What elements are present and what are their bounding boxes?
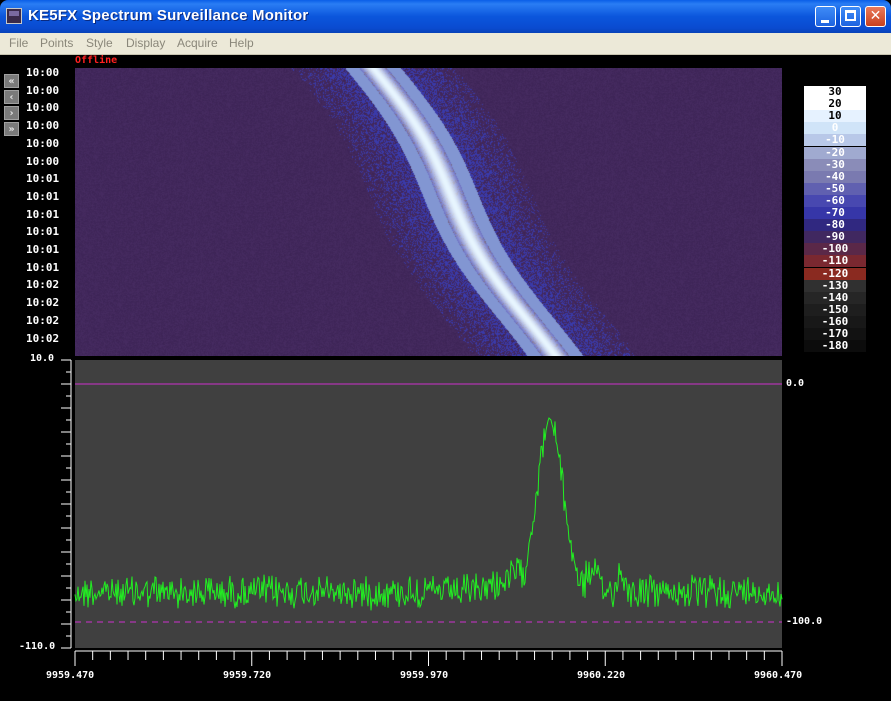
x-axis-label-0: 9959.470 — [46, 670, 95, 681]
y-axis-ticks — [61, 359, 72, 649]
x-axis-label-2: 9959.970 — [400, 670, 449, 681]
x-axis-label-1: 9959.720 — [223, 670, 272, 681]
spectrum-plot-background[interactable] — [75, 360, 782, 648]
x-axis-ticks — [74, 650, 783, 666]
spectrum-plot[interactable] — [0, 0, 891, 701]
x-axis-label-4: 9960.470 — [754, 670, 803, 681]
ref-high-label: 0.0 — [786, 378, 805, 389]
ref-low-label: -100.0 — [786, 616, 823, 627]
y-axis-top-label: 10.0 — [30, 353, 55, 364]
x-axis-label-3: 9960.220 — [577, 670, 626, 681]
y-axis-bottom-label: -110.0 — [19, 641, 56, 652]
